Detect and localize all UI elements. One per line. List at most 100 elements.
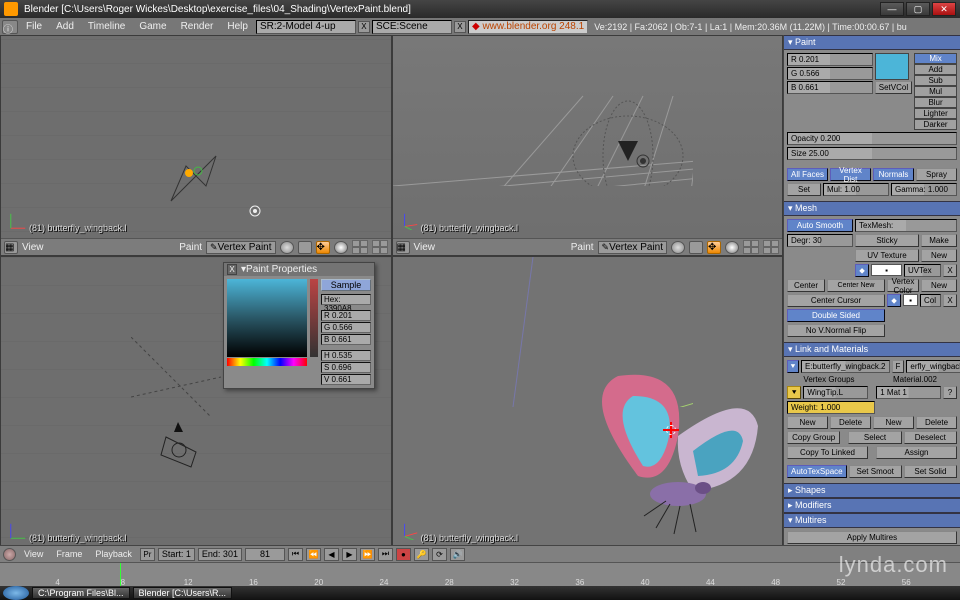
s-field[interactable]: S 0.696 <box>321 362 371 373</box>
maximize-button[interactable]: ▢ <box>906 2 930 16</box>
taskbar-item[interactable]: C:\Program Files\Bl... <box>32 587 130 599</box>
b-slider[interactable]: B 0.661 <box>787 81 873 94</box>
texmesh-field[interactable]: TexMesh: <box>855 219 957 232</box>
layer-buttons-2[interactable] <box>763 240 779 254</box>
scene-field[interactable]: SCE:Scene <box>372 20 452 34</box>
pr-button[interactable]: Pr <box>140 548 155 561</box>
modifiers-section-header[interactable]: Modifiers <box>784 498 960 513</box>
blender-link[interactable]: ◆ www.blender.org 248.1 <box>468 20 588 34</box>
mat-q-button[interactable]: ? <box>943 386 957 399</box>
close-button[interactable]: ✕ <box>932 2 956 16</box>
paint-section-header[interactable]: Paint <box>784 35 960 50</box>
me-name-field[interactable]: erfly_wingback.l <box>906 360 960 373</box>
mode-dropdown[interactable]: ✎ Vertex Paint <box>598 241 667 254</box>
mul-field[interactable]: Mul: 1.00 <box>823 183 889 196</box>
opacity-slider[interactable]: Opacity 0.200 <box>787 132 957 145</box>
assign-button[interactable]: Assign <box>876 446 957 459</box>
mat-slot-field[interactable]: 1 Mat 1 <box>876 386 941 399</box>
b-field[interactable]: B 0.661 <box>321 334 371 345</box>
uv-new-button[interactable]: New <box>921 249 957 262</box>
start-button[interactable] <box>3 586 29 600</box>
panel-header[interactable]: X ▾ Paint Properties <box>224 263 374 276</box>
center-button[interactable]: Center <box>787 279 825 292</box>
uv-active-icon[interactable]: ⬥ <box>855 264 869 277</box>
shading-icon[interactable] <box>671 241 685 254</box>
pivot-icon[interactable] <box>689 241 703 254</box>
setvcol-button[interactable]: SetVCol <box>875 81 912 94</box>
timeline-frame-menu[interactable]: Frame <box>51 549 87 559</box>
paint-properties-panel[interactable]: X ▾ Paint Properties Sample Hex: 3390A8 … <box>223 262 375 389</box>
view-menu[interactable]: View <box>22 242 44 253</box>
play-icon[interactable]: ▶ <box>342 548 357 561</box>
jump-end-icon[interactable]: ⏭ <box>378 548 393 561</box>
viewport-top-right[interactable]: (81) butterfly_wingback.l ▦ View Paint ✎… <box>392 35 784 256</box>
key-icon[interactable]: 🔑 <box>414 548 429 561</box>
manipulator-icon[interactable]: ✥ <box>707 241 721 254</box>
f-button[interactable]: F <box>892 360 905 373</box>
r-slider[interactable]: R 0.201 <box>787 53 873 66</box>
taskbar-item[interactable]: Blender [C:\Users\R... <box>133 587 233 599</box>
sync-icon[interactable]: ⟳ <box>432 548 447 561</box>
menu-render[interactable]: Render <box>175 20 220 33</box>
vcol-new-button[interactable]: New <box>921 279 957 292</box>
mat-deselect-button[interactable]: Deselect <box>904 431 957 444</box>
vgroup-name-field[interactable]: WingTip.L <box>803 386 868 399</box>
end-field[interactable]: End: 301 <box>198 548 242 561</box>
mesh-section-header[interactable]: Mesh <box>784 201 960 216</box>
weight-field[interactable]: Weight: 1.000 <box>787 401 875 414</box>
menu-add[interactable]: Add <box>50 20 80 33</box>
editor-type-icon[interactable] <box>3 548 16 561</box>
viewport-bottom-right[interactable]: (81) butterfly_wingback.l ▦ View Paint ✎… <box>392 256 784 566</box>
blend-blur[interactable]: Blur <box>914 97 957 108</box>
view-menu[interactable]: View <box>414 242 436 253</box>
auto-smooth-button[interactable]: Auto Smooth <box>787 219 853 232</box>
uv-render-icon[interactable]: ▪ <box>871 264 902 276</box>
g-slider[interactable]: G 0.566 <box>787 67 873 80</box>
value-slider[interactable] <box>310 279 318 357</box>
mat-select-button[interactable]: Select <box>848 431 901 444</box>
color-picker-square[interactable] <box>227 279 307 357</box>
shading-icon[interactable] <box>280 241 294 254</box>
screen-delete-button[interactable]: X <box>358 21 370 33</box>
size-slider[interactable]: Size 25.00 <box>787 147 957 160</box>
jump-start-icon[interactable]: ⏮ <box>288 548 303 561</box>
play-reverse-icon[interactable]: ◀ <box>324 548 339 561</box>
manipulator-icon[interactable]: ✥ <box>316 241 330 254</box>
shapes-section-header[interactable]: Shapes <box>784 483 960 498</box>
multires-section-header[interactable]: Multires <box>784 513 960 528</box>
minimize-button[interactable]: — <box>880 2 904 16</box>
vgroup-browse-icon[interactable]: ⯆ <box>787 386 801 399</box>
apply-multires-button[interactable]: Apply Multires <box>787 531 957 544</box>
blend-sub[interactable]: Sub <box>914 75 957 86</box>
gamma-field[interactable]: Gamma: 1.000 <box>891 183 957 196</box>
set-button[interactable]: Set <box>787 183 821 196</box>
viewport-top-left[interactable]: (81) butterfly_wingback.l ▦ View Paint ✎… <box>0 35 392 256</box>
blend-darker[interactable]: Darker <box>914 119 957 130</box>
autotex-button[interactable]: AutoTexSpace <box>787 465 847 478</box>
editor-type-icon[interactable]: ▦ <box>396 241 410 254</box>
copy-linked-button[interactable]: Copy To Linked <box>787 446 868 459</box>
set-solid-button[interactable]: Set Solid <box>904 465 957 478</box>
audio-icon[interactable]: 🔊 <box>450 548 465 561</box>
timeline-view-menu[interactable]: View <box>19 549 48 559</box>
mat-delete-button[interactable]: Delete <box>916 416 957 429</box>
record-icon[interactable]: ● <box>396 548 411 561</box>
viewport-bottom-left[interactable]: X ▾ Paint Properties Sample Hex: 3390A8 … <box>0 256 392 566</box>
hue-slider[interactable] <box>227 358 307 366</box>
vcol-active-icon[interactable]: ⬥ <box>887 294 901 307</box>
pivot-icon[interactable] <box>298 241 312 254</box>
blend-add[interactable]: Add <box>914 64 957 75</box>
mat-new-button[interactable]: New <box>873 416 914 429</box>
all-faces-tab[interactable]: All Faces <box>787 168 828 181</box>
vgroup-new-button[interactable]: New <box>787 416 828 429</box>
vcol-delete-button[interactable]: X <box>943 294 957 307</box>
menu-game[interactable]: Game <box>133 20 172 33</box>
menu-file[interactable]: File <box>20 20 48 33</box>
copy-group-button[interactable]: Copy Group <box>787 431 840 444</box>
set-smooth-button[interactable]: Set Smoot <box>849 465 902 478</box>
layer-buttons[interactable] <box>352 240 368 254</box>
center-cursor-button[interactable]: Center Cursor <box>787 294 885 307</box>
uvtex-name-field[interactable]: UVTex <box>904 264 941 277</box>
vcol-render-icon[interactable]: ▪ <box>903 294 918 306</box>
sample-button[interactable]: Sample <box>321 279 371 291</box>
